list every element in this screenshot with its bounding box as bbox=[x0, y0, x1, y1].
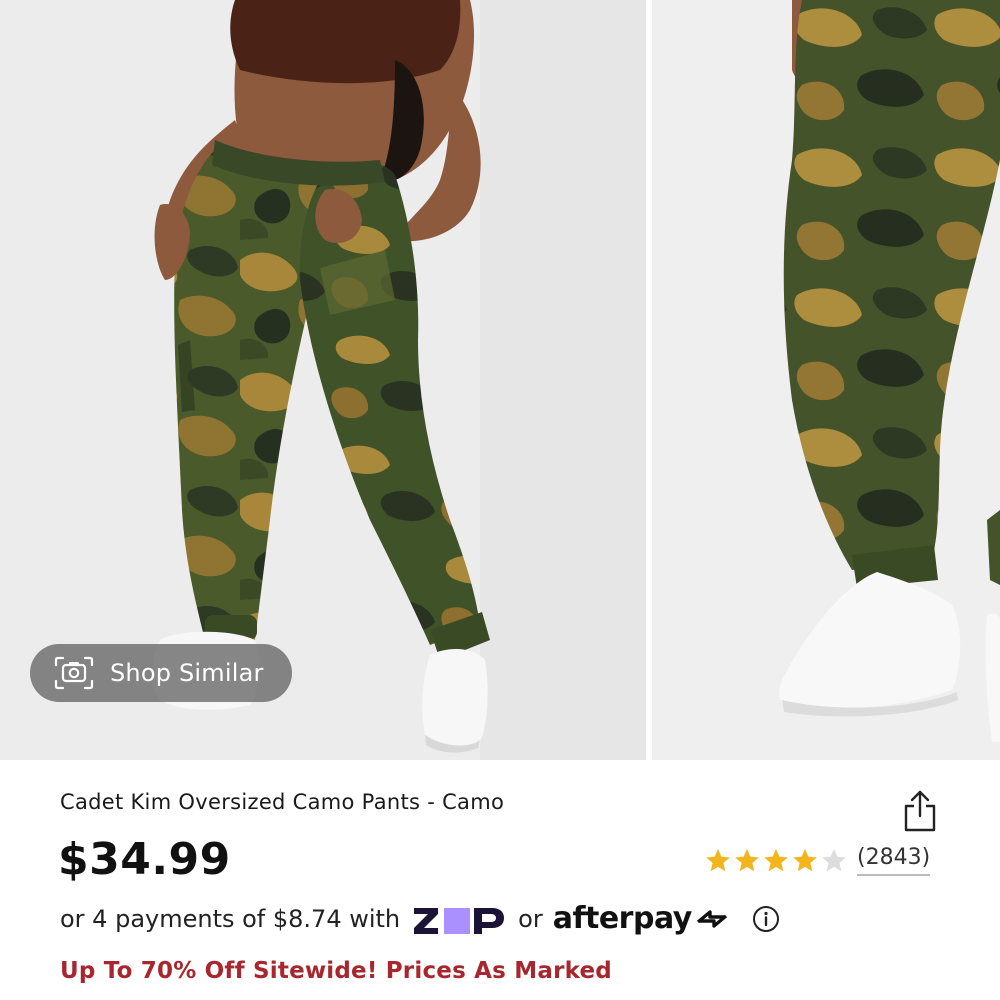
star-filled-icon bbox=[735, 849, 759, 872]
camera-icon bbox=[54, 656, 94, 690]
zip-logo[interactable] bbox=[412, 901, 506, 936]
share-icon[interactable] bbox=[902, 790, 938, 832]
review-count-link[interactable]: (2843) bbox=[857, 845, 931, 876]
afterpay-arrows-icon bbox=[696, 909, 727, 928]
afterpay-logo[interactable]: afterpay bbox=[553, 901, 730, 936]
product-photo-side[interactable] bbox=[652, 0, 1000, 760]
star-filled-icon bbox=[764, 849, 788, 872]
star-empty-icon bbox=[822, 849, 846, 872]
rating-stars bbox=[704, 847, 849, 874]
star-filled-icon bbox=[706, 849, 730, 872]
product-price: $34.99 bbox=[58, 834, 231, 885]
product-rating[interactable]: (2843) bbox=[704, 845, 931, 876]
product-photo-front[interactable]: Shop Similar bbox=[0, 0, 646, 760]
star-filled-icon bbox=[793, 849, 817, 872]
afterpay-label: afterpay bbox=[552, 901, 693, 936]
or-text: or bbox=[518, 904, 543, 933]
installment-payments: or 4 payments of $8.74 with or afterpay bbox=[60, 901, 780, 936]
shop-similar-label: Shop Similar bbox=[110, 659, 264, 687]
installment-text: or 4 payments of $8.74 with bbox=[60, 904, 401, 933]
product-title: Cadet Kim Oversized Camo Pants - Camo bbox=[60, 790, 505, 814]
shop-similar-button[interactable]: Shop Similar bbox=[30, 644, 292, 702]
promo-banner-text: Up To 70% Off Sitewide! Prices As Marked bbox=[60, 958, 612, 984]
product-image-gallery[interactable]: Shop Similar bbox=[0, 0, 1000, 760]
zip-logo-icon bbox=[414, 901, 505, 934]
info-icon[interactable] bbox=[752, 905, 780, 933]
product-photo-side-image bbox=[652, 0, 1000, 760]
